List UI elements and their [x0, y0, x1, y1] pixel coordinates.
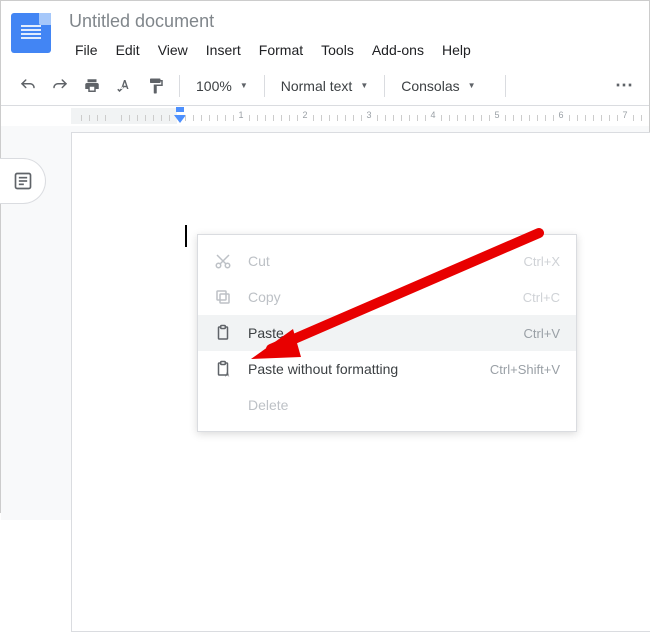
context-menu-copy-shortcut: Ctrl+C: [523, 290, 560, 305]
zoom-combo[interactable]: 100% ▼: [190, 73, 254, 99]
paste-no-format-icon: A: [214, 360, 232, 378]
zoom-value: 100%: [196, 78, 232, 94]
menu-insert[interactable]: Insert: [198, 38, 249, 62]
toolbar-separator: [384, 75, 385, 97]
toolbar-separator: [505, 75, 506, 97]
menu-addons[interactable]: Add-ons: [364, 38, 432, 62]
context-menu-paste[interactable]: Paste Ctrl+V: [198, 315, 576, 351]
more-button[interactable]: ⋯: [615, 75, 635, 96]
workspace: Cut Ctrl+X Copy Ctrl+C Paste Ctrl+V A Pa…: [1, 126, 649, 520]
menu-format[interactable]: Format: [251, 38, 311, 62]
menu-file[interactable]: File: [67, 38, 106, 62]
text-cursor: [185, 225, 187, 247]
spellcheck-button[interactable]: [111, 73, 137, 99]
copy-icon: [214, 288, 232, 306]
toolbar-separator: [264, 75, 265, 97]
context-menu-paste-shortcut: Ctrl+V: [524, 326, 560, 341]
dropdown-arrow-icon: ▼: [240, 81, 248, 90]
context-menu-cut-label: Cut: [248, 253, 524, 269]
context-menu-paste-no-format[interactable]: A Paste without formatting Ctrl+Shift+V: [198, 351, 576, 387]
context-menu-copy[interactable]: Copy Ctrl+C: [198, 279, 576, 315]
paste-icon: [214, 324, 232, 342]
dropdown-arrow-icon: ▼: [468, 81, 476, 90]
menu-tools[interactable]: Tools: [313, 38, 362, 62]
app-header: Untitled document File Edit View Insert …: [1, 1, 649, 62]
context-menu-delete[interactable]: Delete: [198, 387, 576, 423]
font-combo[interactable]: Consolas ▼: [395, 73, 495, 99]
toolbar-separator: [179, 75, 180, 97]
dropdown-arrow-icon: ▼: [360, 81, 368, 90]
context-menu-delete-label: Delete: [248, 397, 560, 413]
context-menu-cut-shortcut: Ctrl+X: [524, 254, 560, 269]
document-title[interactable]: Untitled document: [67, 7, 639, 36]
docs-logo-icon: [11, 13, 51, 53]
font-value: Consolas: [401, 78, 459, 94]
print-button[interactable]: [79, 73, 105, 99]
redo-button[interactable]: [47, 73, 73, 99]
menu-edit[interactable]: Edit: [108, 38, 148, 62]
style-value: Normal text: [281, 78, 353, 94]
toolbar: 100% ▼ Normal text ▼ Consolas ▼ ⋯: [1, 66, 649, 106]
context-menu-paste-no-format-label: Paste without formatting: [248, 361, 490, 377]
svg-text:A: A: [225, 373, 229, 379]
blank-icon: [214, 396, 232, 414]
ruler[interactable]: 123456789: [1, 106, 649, 126]
context-menu: Cut Ctrl+X Copy Ctrl+C Paste Ctrl+V A Pa…: [197, 234, 577, 432]
undo-button[interactable]: [15, 73, 41, 99]
style-combo[interactable]: Normal text ▼: [275, 73, 375, 99]
menu-view[interactable]: View: [150, 38, 196, 62]
outline-toggle-button[interactable]: [0, 158, 46, 204]
title-area: Untitled document File Edit View Insert …: [67, 7, 639, 62]
context-menu-paste-no-format-shortcut: Ctrl+Shift+V: [490, 362, 560, 377]
menu-help[interactable]: Help: [434, 38, 479, 62]
cut-icon: [214, 252, 232, 270]
context-menu-copy-label: Copy: [248, 289, 523, 305]
paint-format-button[interactable]: [143, 73, 169, 99]
context-menu-paste-label: Paste: [248, 325, 524, 341]
menu-bar: File Edit View Insert Format Tools Add-o…: [67, 38, 639, 62]
context-menu-cut[interactable]: Cut Ctrl+X: [198, 243, 576, 279]
